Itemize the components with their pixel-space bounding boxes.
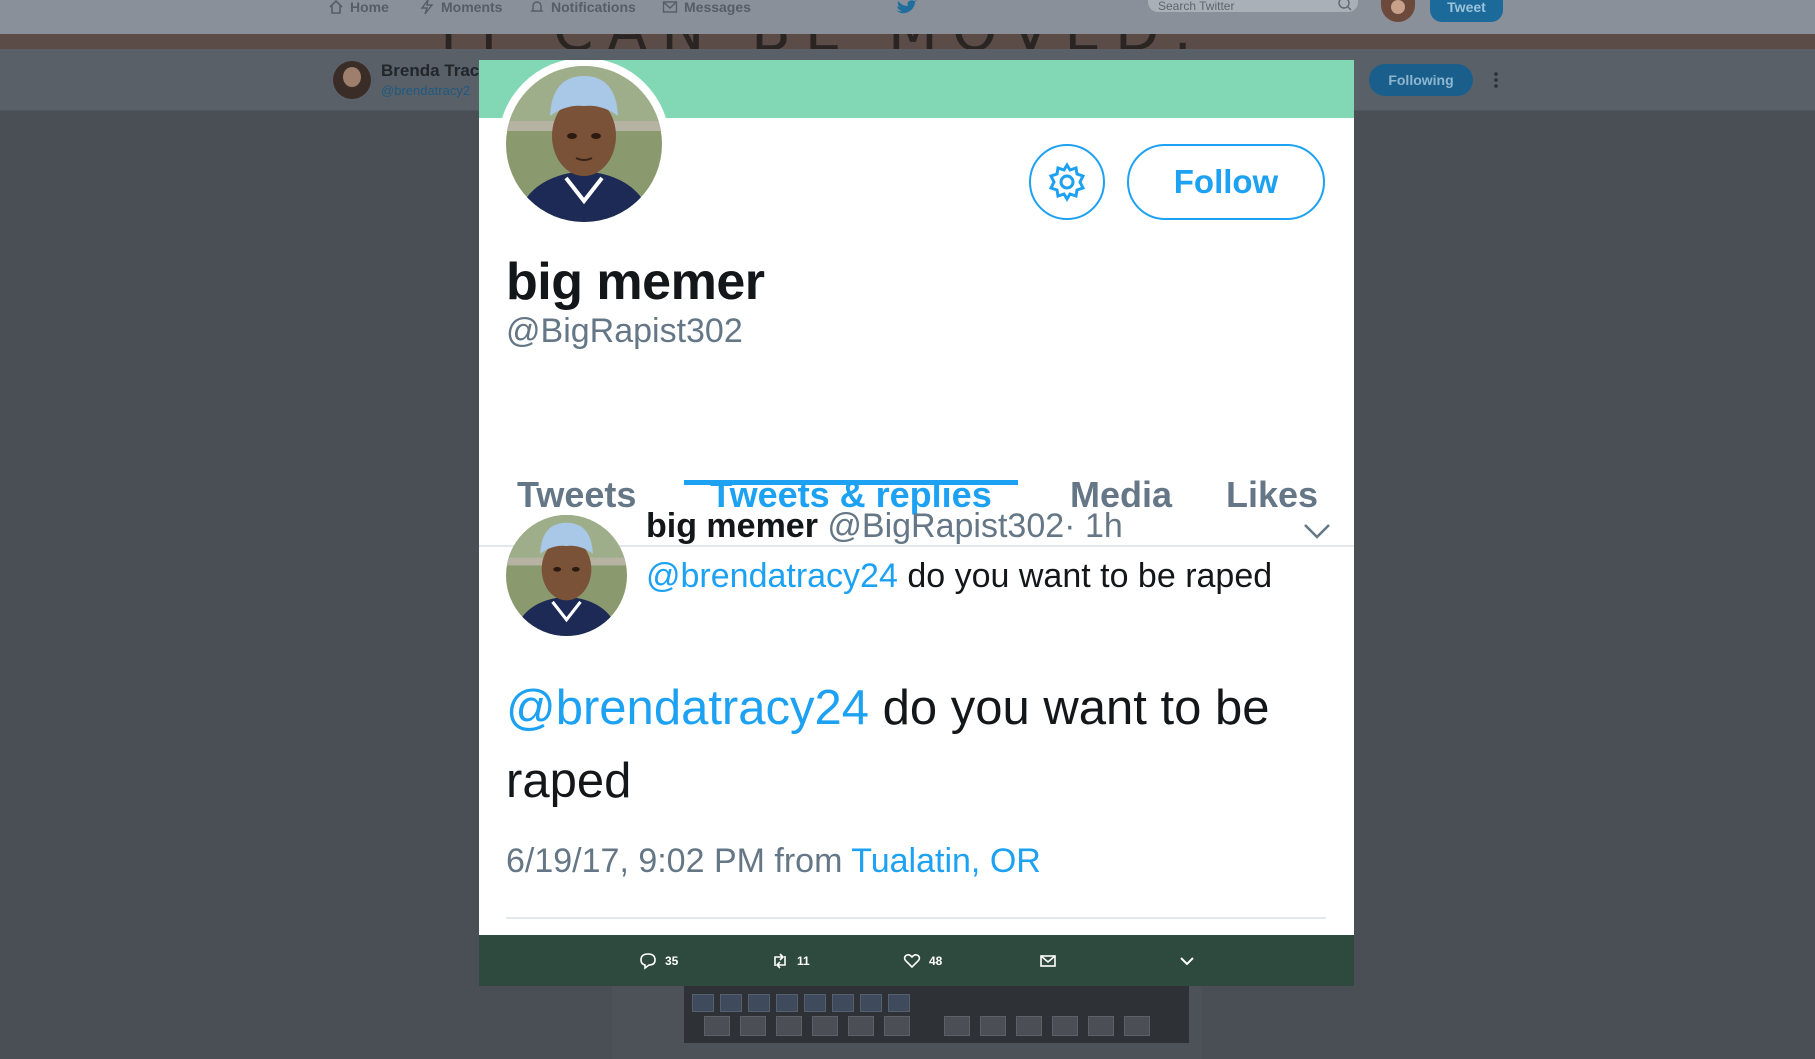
like-count: 48 [929,953,943,968]
tweet-header: big memer @BigRapist302· 1h [646,507,1123,546]
profile-handle-large: @BigRapist302 [506,312,743,350]
nav-home-label: Home [350,0,389,15]
envelope-icon [1040,954,1056,967]
twitter-bird-icon[interactable] [894,0,918,16]
tweet-mention: @brendatracy24 [646,557,898,595]
divider [506,917,1326,919]
home-icon [329,0,343,14]
nav-messages-label: Messages [684,0,751,15]
chevron-down-icon [1180,956,1194,965]
more-options-button[interactable] [1178,935,1196,986]
profile-handle[interactable]: @brendatracy2 [381,83,470,98]
profile-avatar-large [498,60,670,230]
profile-avatar[interactable] [333,61,371,99]
chevron-down-icon [1304,524,1330,539]
tweet-detail-text: @brendatracy24 do you want to be raped [506,672,1326,818]
nav-notifications-label: Notifications [551,0,636,15]
profile-photo [506,66,662,222]
timestamp-text: 6/19/17, 9:02 PM from [506,842,852,880]
account-avatar[interactable] [1381,0,1415,22]
tweet-text: @brendatracy24 do you want to be raped [646,553,1286,599]
banner-text: IT CAN BE MOVED. [440,34,1206,49]
active-tab-indicator [684,480,1018,485]
retweet-button[interactable]: 11 [771,935,810,986]
nav-messages[interactable]: Messages [662,0,751,14]
profile-banner: IT CAN BE MOVED. [0,34,1815,49]
compose-tweet-button[interactable]: Tweet [1430,0,1503,22]
following-button[interactable]: Following [1369,64,1473,96]
profile-display-name: big memer [506,253,765,311]
reply-icon [640,952,656,970]
nav-moments-label: Moments [441,0,503,15]
profile-name[interactable]: Brenda Trac [381,61,479,81]
tweet-author-name: big memer [646,507,818,545]
nav-home[interactable]: Home [328,0,389,14]
like-button[interactable]: 48 [903,935,942,986]
tweet-body: do you want to be raped [897,557,1273,595]
nav-notifications[interactable]: Notifications [529,0,636,14]
tweet-avatar [506,515,627,636]
retweet-count: 11 [797,953,810,968]
tweet-timestamp: 6/19/17, 9:02 PM from Tualatin, OR [506,842,1041,881]
gear-icon [1048,162,1086,202]
retweet-icon [774,952,786,969]
search-placeholder: Search Twitter [1158,0,1235,13]
search-icon[interactable] [1338,0,1352,12]
detail-mention: @brendatracy24 [506,681,870,735]
nav-moments[interactable]: Moments [419,0,503,15]
tweet-author-handle: @BigRapist302 [827,507,1065,545]
reply-count: 35 [665,953,679,968]
top-navigation-bar: Home Moments Notifications Messages Sear… [0,0,1815,34]
tweet-time: · 1h [1064,507,1123,545]
follow-button[interactable]: Follow [1127,144,1325,220]
media-lightbox: Follow big memer @BigRapist302 Tweets Tw… [479,60,1354,935]
reply-button[interactable]: 35 [639,935,678,986]
tweet-profile-photo [506,515,627,636]
lightning-icon [420,0,434,15]
bell-icon [530,1,544,12]
direct-message-button[interactable] [1039,935,1057,986]
tweet-location: Tualatin, OR [851,842,1041,880]
tweet-action-bar: 35 11 48 [479,935,1354,986]
media-thumbnail[interactable] [684,986,1189,1043]
heart-icon [903,953,921,968]
search-input[interactable]: Search Twitter [1148,0,1358,13]
more-vertical-icon[interactable] [1492,71,1500,89]
envelope-icon [662,1,678,13]
settings-button[interactable] [1029,144,1105,220]
